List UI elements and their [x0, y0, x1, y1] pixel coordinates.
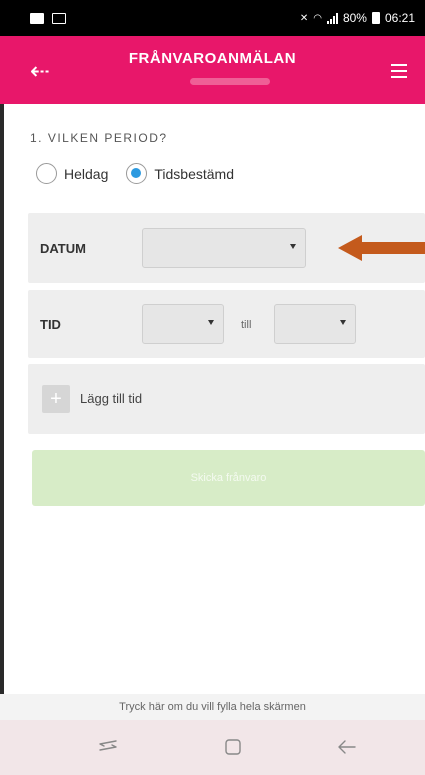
- clock: 06:21: [384, 11, 415, 25]
- tid-to-select[interactable]: [274, 304, 356, 344]
- home-icon[interactable]: [220, 734, 246, 760]
- wifi-icon: ◠: [313, 12, 322, 24]
- radio-heldag-label[interactable]: Heldag: [64, 166, 108, 182]
- tid-label: TID: [40, 317, 61, 332]
- radio-heldag-circle[interactable]: [36, 163, 57, 184]
- recent-apps-icon[interactable]: [95, 734, 121, 760]
- device-edge: [0, 0, 4, 775]
- signal-icon: [326, 12, 338, 24]
- datum-label: DATUM: [40, 241, 86, 256]
- system-nav-bar: [0, 720, 425, 775]
- gallery-notification-icon: [30, 12, 44, 24]
- status-bar: ✕ ◠ 80% 06:21: [0, 0, 425, 36]
- annotation-arrow-icon: [338, 235, 425, 261]
- radio-heldag[interactable]: Heldag: [36, 163, 108, 184]
- tid-separator: till: [241, 319, 252, 331]
- mail-notification-icon: [52, 12, 66, 24]
- mute-icon: ✕: [299, 12, 309, 24]
- dropdown-caret-icon: [290, 244, 296, 249]
- app-header: ⇠ FRÅNVAROANMÄLAN: [0, 36, 425, 104]
- back-icon[interactable]: [334, 734, 360, 760]
- page-title: FRÅNVAROANMÄLAN: [128, 50, 297, 67]
- radio-tidsbestamd[interactable]: Tidsbestämd: [126, 163, 234, 184]
- tid-row: TID till: [28, 290, 425, 358]
- add-time-row[interactable]: + Lägg till tid: [28, 364, 425, 434]
- redacted-subtitle: [190, 78, 270, 85]
- datum-select[interactable]: [142, 228, 306, 268]
- period-question: 1. VILKEN PERIOD?: [30, 131, 168, 145]
- battery-percent: 80%: [342, 11, 367, 25]
- tid-from-select[interactable]: [142, 304, 224, 344]
- radio-tidsbestamd-label[interactable]: Tidsbestämd: [154, 166, 234, 182]
- hamburger-menu-icon[interactable]: [391, 64, 407, 78]
- add-time-label[interactable]: Lägg till tid: [80, 391, 142, 406]
- dropdown-caret-icon: [340, 320, 346, 325]
- fullscreen-hint[interactable]: Tryck här om du vill fylla hela skärmen: [0, 694, 425, 720]
- submit-absence-button[interactable]: Skicka frånvaro: [32, 450, 425, 506]
- radio-tidsbestamd-circle[interactable]: [126, 163, 148, 184]
- battery-icon: [371, 12, 380, 24]
- app-screen: ✕ ◠ 80% 06:21 ⇠ FRÅNVAROANMÄLAN 1. VILKE…: [0, 0, 425, 775]
- period-radio-group: Heldag Tidsbestämd: [36, 163, 252, 184]
- plus-icon[interactable]: +: [42, 385, 70, 413]
- dropdown-caret-icon: [208, 320, 214, 325]
